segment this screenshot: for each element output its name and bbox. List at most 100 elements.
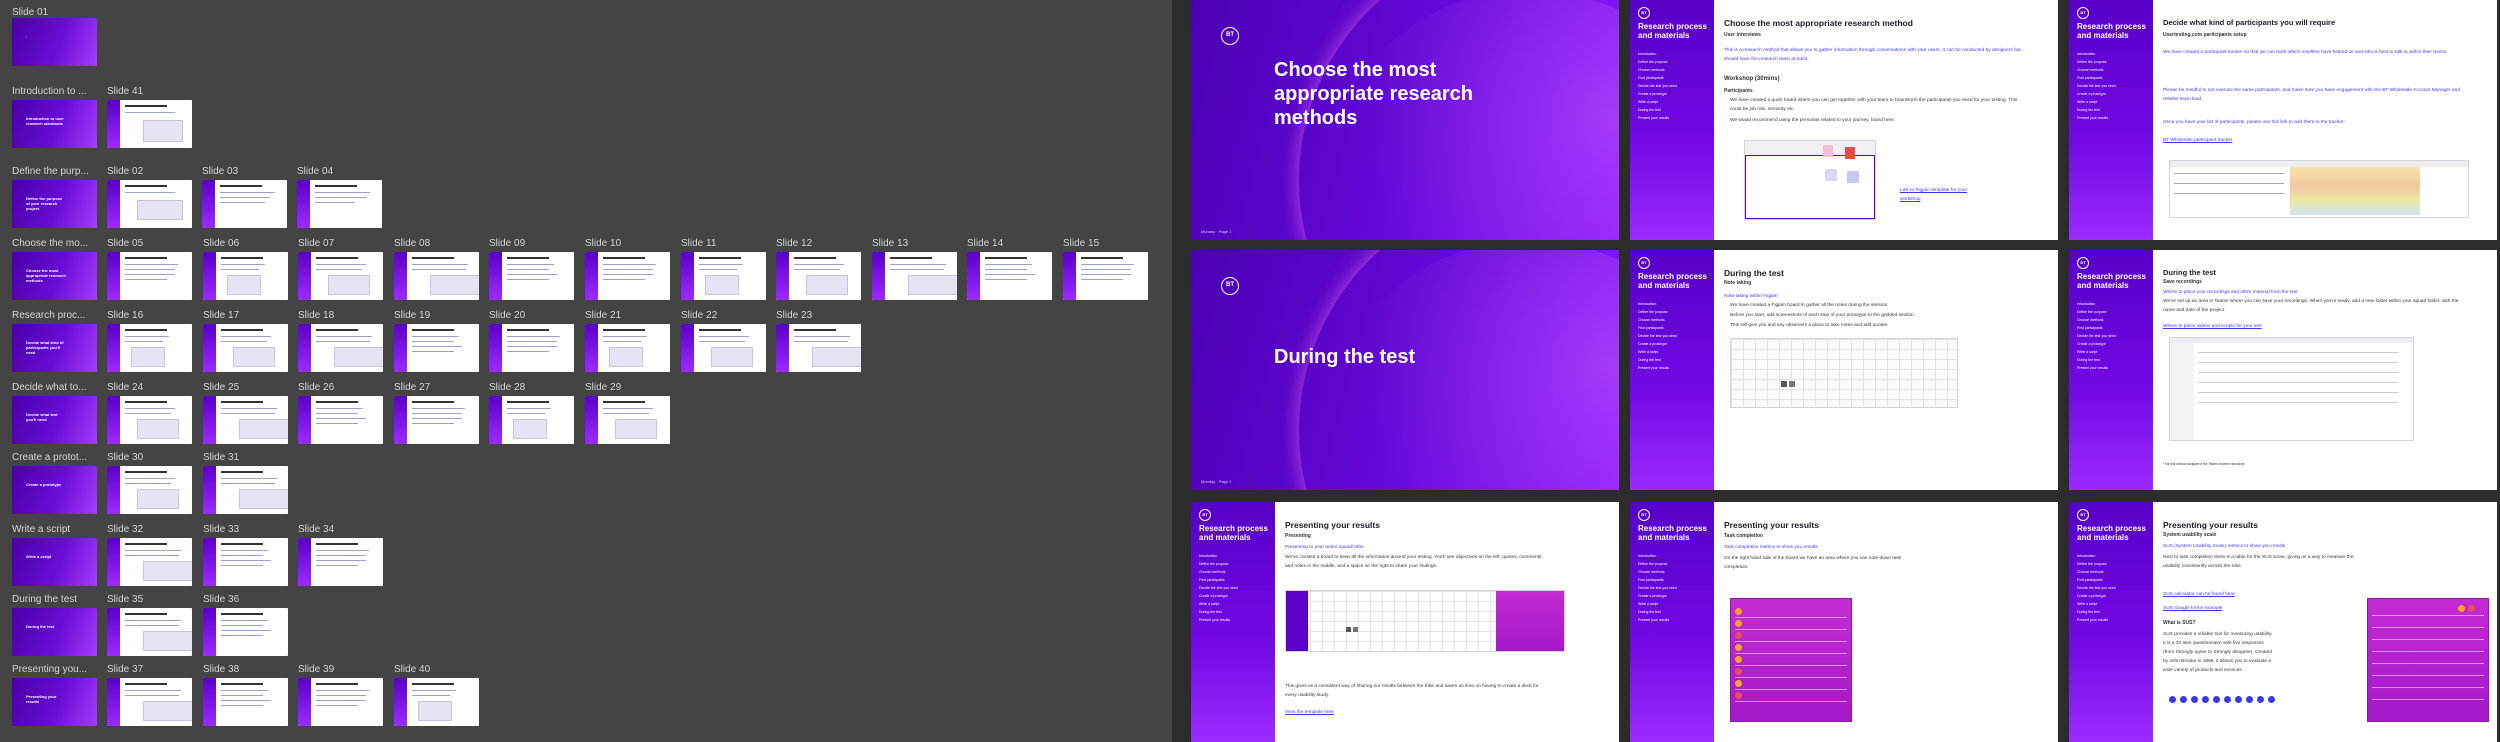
slide-preview[interactable]: BT Research process and materials Introd… [2069, 502, 2497, 742]
videos-scripts-link[interactable]: Where to place videos and scripts for yo… [2163, 322, 2463, 331]
sidebar-menu-item: Define the purpose [2077, 60, 2107, 64]
slide-thumbnail[interactable] [394, 324, 479, 372]
recordings-link[interactable]: Where to place your recordings and other… [2163, 288, 2463, 297]
slide-thumbnail[interactable] [681, 324, 766, 372]
slide-thumbnail[interactable] [394, 396, 479, 444]
slide-label: Slide 35 [107, 594, 144, 605]
slide-preview[interactable]: BT Research process and materials Introd… [2069, 0, 2497, 240]
slide-thumbnail[interactable] [585, 252, 670, 300]
section-cover-thumbnail[interactable]: Presenting your results [12, 678, 97, 726]
section-label[interactable]: Create a protot... [12, 452, 102, 463]
slide-thumbnail[interactable] [394, 678, 479, 726]
task-completion-link[interactable]: Task completion metrics to show you resu… [1724, 543, 2024, 552]
slide-thumbnail[interactable] [298, 678, 383, 726]
slide-thumbnail[interactable] [297, 180, 382, 228]
slide-preview[interactable]: BT Research process and materials Introd… [1630, 250, 2058, 490]
slide-thumbnail[interactable] [203, 466, 288, 514]
section-label[interactable]: Define the purp... [12, 166, 102, 177]
slide-thumbnail[interactable] [585, 324, 670, 372]
section-cover-thumbnail[interactable]: Decide what test you'll need [12, 396, 97, 444]
slide-thumbnail[interactable] [107, 678, 192, 726]
slide-thumbnail[interactable] [489, 252, 574, 300]
template-link[interactable]: View the template here [1285, 708, 1585, 717]
slide-thumbnail[interactable] [203, 538, 288, 586]
slide-preview[interactable]: BT Research process and materials Introd… [1191, 502, 1619, 742]
slide-thumbnail[interactable] [107, 538, 192, 586]
sus-metrics-link[interactable]: SUS (System Usability Scale) metrics to … [2163, 542, 2463, 551]
section-cover-thumbnail[interactable]: Write a script [12, 538, 97, 586]
section-cover-thumbnail[interactable]: During the test [12, 608, 97, 656]
slide-label: Slide 32 [107, 524, 144, 535]
slide-thumbnail[interactable] [585, 396, 670, 444]
slide-thumbnail[interactable] [776, 324, 861, 372]
cover-text: Write a script [26, 554, 52, 559]
slide-thumbnail[interactable] [489, 396, 574, 444]
slide-thumbnail[interactable] [298, 324, 383, 372]
sus-score-table-image [2367, 598, 2489, 722]
slide-preview[interactable]: BT Choose the most appropriate research … [1191, 0, 1619, 240]
slide-thumbnail[interactable] [203, 396, 288, 444]
section-label[interactable]: Slide 01 [12, 7, 102, 18]
presenting-link[interactable]: Presenting to your team/ squad/ tribe [1285, 543, 1585, 552]
slide-subheading: Task completion [1724, 533, 1764, 539]
slide-thumbnail[interactable] [107, 466, 192, 514]
slide-thumbnail[interactable] [967, 252, 1052, 300]
section-label[interactable]: Decide what to... [12, 382, 102, 393]
sidebar-menu-item: Write a script [2077, 350, 2098, 354]
slide-thumbnail[interactable] [203, 252, 288, 300]
slide-preview[interactable]: BT Research process and materials Introd… [1630, 502, 2058, 742]
section-label[interactable]: During the test [12, 594, 102, 605]
section-cover-thumbnail[interactable]: Create a prototype [12, 466, 97, 514]
sidebar-menu-item: Introduction [2077, 302, 2096, 306]
bt-logo: BT [1638, 509, 1650, 521]
slide-thumbnail[interactable] [203, 608, 288, 656]
slide-thumbnail[interactable] [872, 252, 957, 300]
sidebar-menu-item: Decide the test you need [2077, 334, 2116, 338]
section-label[interactable]: Introduction to ... [12, 86, 102, 97]
sidebar-menu-item: Present your results [1638, 116, 1670, 120]
slide-preview[interactable]: BT During the test Monday · Page 1 [1191, 250, 1619, 490]
figjam-template-link[interactable]: Link to Figjam template for your worksho… [1900, 186, 1980, 204]
section-label[interactable]: Presenting you... [12, 664, 102, 675]
slide-label: Slide 36 [203, 594, 240, 605]
slide-thumbnail[interactable] [203, 678, 288, 726]
slide-thumbnail[interactable] [681, 252, 766, 300]
section-cover-thumbnail[interactable]: Decide what kind of participants you'll … [12, 324, 97, 372]
slide-thumbnail[interactable] [203, 324, 288, 372]
section-label[interactable]: Write a script [12, 524, 102, 535]
slide-thumbnail[interactable] [107, 252, 192, 300]
sidebar-menu-item: Introduction [1638, 302, 1657, 306]
slide-thumbnail[interactable] [298, 252, 383, 300]
bullet-item: This will give you and any observers a p… [1730, 323, 1889, 328]
slide-sidebar: BT Research process and materials Introd… [1191, 502, 1275, 742]
section-cover-thumbnail[interactable]: Introduction to user research standards [12, 100, 97, 148]
slide-preview[interactable]: BT Research process and materials Introd… [1630, 0, 2058, 240]
section-cover-thumbnail[interactable]: Choose the most appropriate research met… [12, 252, 97, 300]
slide-thumbnail[interactable] [1063, 252, 1148, 300]
sidebar-menu-item: Decide the test you need [2077, 84, 2116, 88]
slide-thumbnail[interactable] [776, 252, 861, 300]
slide-thumbnail[interactable] [107, 180, 192, 228]
slide-thumbnail[interactable] [489, 324, 574, 372]
slide-thumbnail[interactable] [202, 180, 287, 228]
sidebar-menu-item: Write a script [1638, 100, 1659, 104]
section-label[interactable]: Choose the mo... [12, 238, 102, 249]
slide-thumbnail[interactable] [298, 396, 383, 444]
slide-thumbnail[interactable] [107, 100, 192, 148]
cover-text: During the test [26, 624, 55, 629]
slide-label: Slide 39 [298, 664, 335, 675]
slide-thumbnail[interactable] [394, 252, 479, 300]
sidebar-menu-item: Find participants [2077, 326, 2103, 330]
section-cover-thumbnail[interactable]: Define the purpose of your research proj… [12, 180, 97, 228]
slide-thumbnail[interactable]: · [12, 18, 97, 66]
slide-thumbnail[interactable] [107, 324, 192, 372]
participant-tracker-link[interactable]: BT Wholesale participant tracker [2163, 136, 2463, 145]
section-label[interactable]: Research proc... [12, 310, 102, 321]
slide-preview[interactable]: BT Research process and materials Introd… [2069, 250, 2497, 490]
slide-paragraph: Next to task completion there is a table… [2163, 555, 2354, 569]
slide-thumbnail[interactable] [107, 396, 192, 444]
sidebar-menu-item: Create a prototype [2077, 342, 2106, 346]
slide-thumbnail[interactable] [298, 538, 383, 586]
note-taking-link[interactable]: Note taking within Figjam [1724, 292, 2024, 301]
slide-thumbnail[interactable] [107, 608, 192, 656]
